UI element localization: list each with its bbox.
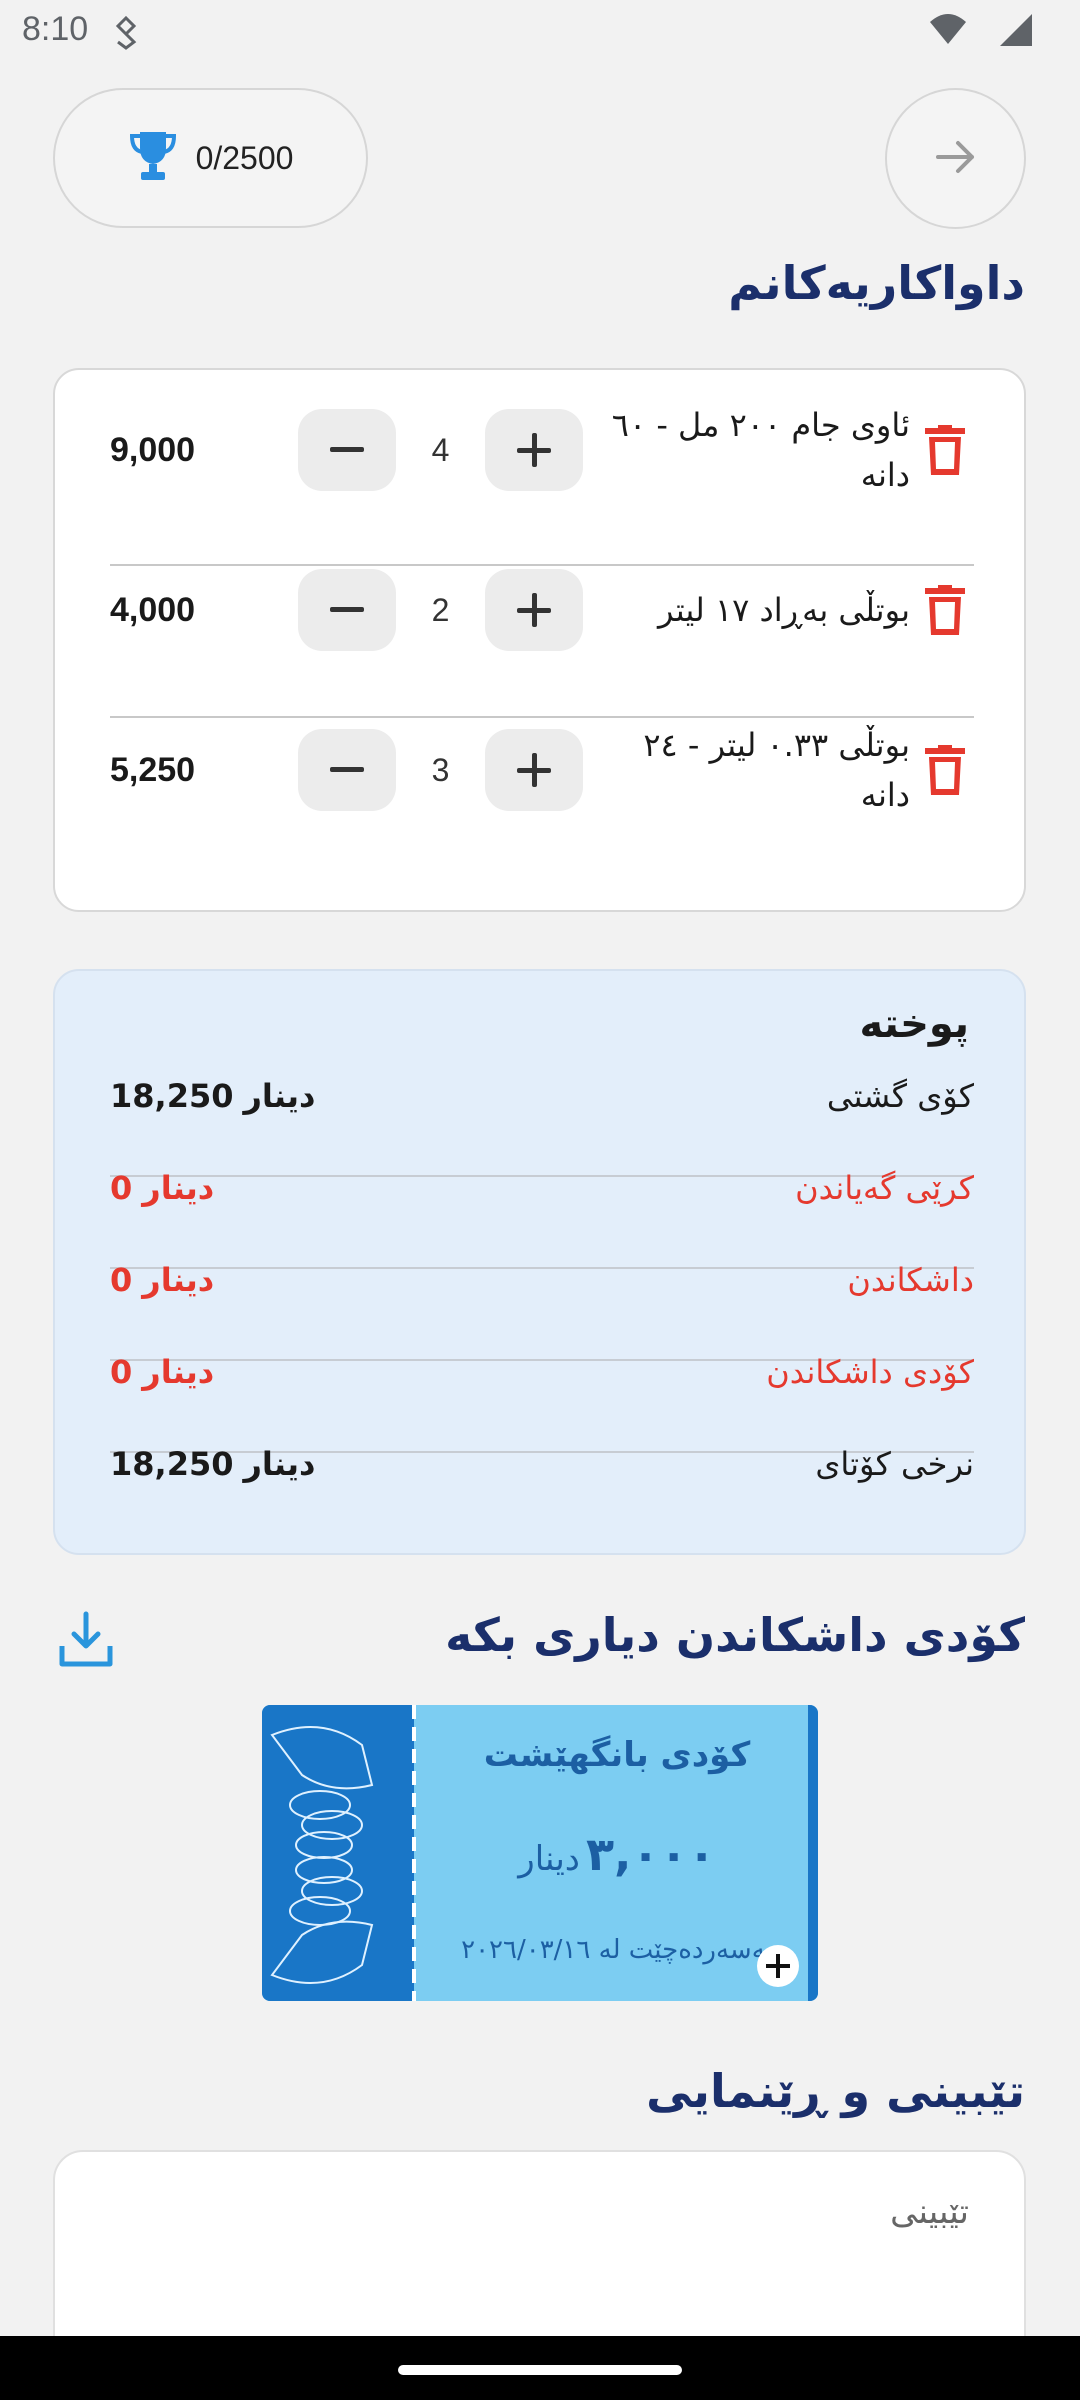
notes-title: تێبینی و ڕێنمایی [646,2064,1025,2118]
summary-amount: 18,250 [110,1445,234,1483]
delete-item-button[interactable] [915,530,975,690]
summary-row-total: کۆی گشتی 18,250 دینار [110,1051,974,1141]
plus-icon [517,433,551,467]
summary-label: داشکاندن [847,1261,974,1299]
item-quantity: 2 [431,591,450,628]
increase-quantity-button[interactable] [485,409,583,491]
trophy-icon [128,128,178,188]
trophy-progress-pill[interactable]: 0/2500 [53,88,368,228]
decrease-quantity-button[interactable] [298,569,396,651]
decrease-quantity-button[interactable] [298,729,396,811]
coupon-amount-value: ٣,٠٠٠ [585,1827,716,1881]
status-time: 8:10 [22,10,89,48]
summary-value: 0 دینار [110,1143,214,1233]
download-icon [59,1611,113,1667]
summary-value: 18,250 دینار [110,1419,315,1509]
notification-indicator-icon [112,14,140,54]
summary-label: کرێی گەیاندن [795,1169,974,1207]
orders-title: داواکاریەکانم [728,256,1025,310]
summary-value: 0 دینار [110,1235,214,1325]
summary-label: نرخی کۆتای [815,1445,974,1483]
home-gesture-handle[interactable] [398,2365,682,2375]
fist-bump-icon [270,1726,374,1984]
decrease-quantity-button[interactable] [298,409,396,491]
arrow-right-icon [934,137,978,181]
summary-row-discount-code: کۆدی داشکاندن 0 دینار [110,1327,974,1417]
summary-currency: دینار [243,1077,316,1115]
summary-label: کۆدی داشکاندن [766,1353,974,1391]
summary-currency: دینار [243,1445,316,1483]
cart-item: 4,000 2 بوتڵی بەڕاد ١٧ لیتر [55,530,1028,690]
item-name: ئاوی جام ٢٠٠ مل - ٦٠ دانە [611,406,910,494]
status-bar: 8:10 [0,0,1080,64]
summary-row-final: نرخی کۆتای 18,250 دینار [110,1419,974,1509]
coupon-perforation [412,1705,416,2001]
coupon-title: کۆدی بانگهێشت [483,1735,751,1775]
item-name: بوتڵی ٠.٣٣ لیتر - ٢٤ دانە [643,726,910,814]
discount-title: کۆدی داشکاندن دیاری بکە [445,1608,1025,1662]
summary-value: 0 دینار [110,1327,214,1417]
item-name: بوتڵی بەڕاد ١٧ لیتر [658,591,910,629]
plus-icon [517,753,551,787]
apply-coupon-button[interactable] [757,1945,799,1987]
delete-item-button[interactable] [915,370,975,530]
coupon-amount: ٣,٠٠٠دینار [422,1827,812,1881]
signal-icon [998,12,1034,52]
increase-quantity-button[interactable] [485,569,583,651]
summary-currency: دینار [142,1169,215,1207]
item-price: 9,000 [110,430,196,469]
summary-amount: 0 [110,1169,133,1207]
minus-icon [330,607,364,612]
item-quantity: 3 [431,751,450,788]
wifi-icon [928,12,968,50]
summary-amount: 0 [110,1353,133,1391]
item-price: 4,000 [110,590,196,629]
summary-value: 18,250 دینار [110,1051,315,1141]
coupon-illustration [262,1705,414,2001]
minus-icon [330,767,364,772]
increase-quantity-button[interactable] [485,729,583,811]
trash-icon [925,425,965,475]
summary-currency: دینار [142,1261,215,1299]
notes-placeholder: تێبینی [890,2192,969,2232]
forward-button[interactable] [885,88,1026,229]
item-quantity: 4 [431,431,450,468]
summary-row-discount: داشکاندن 0 دینار [110,1235,974,1325]
summary-row-delivery: کرێی گەیاندن 0 دینار [110,1143,974,1233]
coupon-currency: دینار [518,1839,580,1879]
coupon-card[interactable]: کۆدی بانگهێشت ٣,٠٠٠دینار بەسەردەچێت لە ٢… [262,1705,818,2001]
delete-item-button[interactable] [915,690,975,850]
trash-icon [925,745,965,795]
plus-icon [766,1954,790,1978]
cart-item: 5,250 3 بوتڵی ٠.٣٣ لیتر - ٢٤ دانە [55,690,1028,850]
summary-amount: 0 [110,1261,133,1299]
system-nav-bar [0,2336,1080,2400]
trophy-progress-text: 0/2500 [195,139,294,176]
cart-card: 9,000 4 ئاوی جام ٢٠٠ مل - ٦٠ دانە 4,000 … [53,368,1026,912]
download-button[interactable] [58,1610,114,1674]
summary-title: پوختە [859,1001,969,1047]
summary-card: پوختە کۆی گشتی 18,250 دینار کرێی گەیاندن … [53,969,1026,1555]
summary-label: کۆی گشتی [826,1077,974,1115]
item-price: 5,250 [110,750,196,789]
summary-currency: دینار [142,1353,215,1391]
minus-icon [330,447,364,452]
cart-item: 9,000 4 ئاوی جام ٢٠٠ مل - ٦٠ دانە [55,370,1028,530]
plus-icon [517,593,551,627]
summary-amount: 18,250 [110,1077,234,1115]
trash-icon [925,585,965,635]
coupon-expiry: بەسەردەچێت لە ٢٠٢٦/٠٣/١٦ [461,1935,773,1965]
